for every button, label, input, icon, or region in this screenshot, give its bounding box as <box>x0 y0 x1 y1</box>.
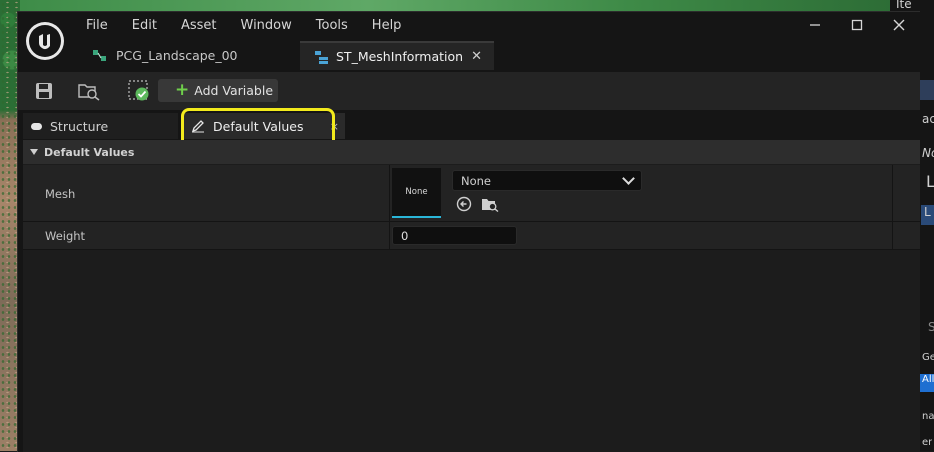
pencil-icon <box>191 120 204 133</box>
tab-pcg-landscape[interactable]: PCG_Landscape_00 <box>78 41 296 70</box>
right-panel-label: S <box>928 320 934 334</box>
right-panel-label: Ge <box>922 352 934 363</box>
column-divider[interactable] <box>389 222 390 249</box>
close-icon <box>893 19 905 31</box>
minimize-icon <box>810 24 820 26</box>
title-bar: File Edit Asset Window Tools Help PCG_La… <box>18 12 920 72</box>
save-icon <box>36 83 52 99</box>
mesh-asset-picker[interactable]: None <box>452 170 642 191</box>
menu-bar: File Edit Asset Window Tools Help <box>74 15 413 37</box>
unreal-logo[interactable] <box>26 22 64 60</box>
column-divider <box>892 222 893 249</box>
right-panel-label: No <box>922 146 934 160</box>
close-tab-icon[interactable]: ✕ <box>471 49 482 64</box>
right-panel-label: er <box>922 437 933 448</box>
tab-structure-label: Structure <box>50 118 109 134</box>
right-panel-label: L <box>921 205 934 225</box>
add-variable-label: Add Variable <box>194 83 274 98</box>
add-variable-button[interactable]: + Add Variable <box>158 79 278 102</box>
tab-default-values[interactable]: Default Values × <box>183 113 345 139</box>
arrow-left-circle-icon <box>456 196 472 212</box>
unreal-u-glyph <box>39 34 50 50</box>
menu-tools[interactable]: Tools <box>304 15 360 37</box>
browse-asset-button[interactable] <box>481 195 499 213</box>
menu-edit[interactable]: Edit <box>120 15 169 37</box>
right-panel-label: Ite <box>896 0 912 11</box>
tab-structure[interactable]: Structure <box>23 113 178 139</box>
mesh-asset-value: None <box>461 173 492 188</box>
tab-st-meshinformation[interactable]: ST_MeshInformation ✕ <box>300 41 494 70</box>
right-panel-label: L <box>926 172 934 191</box>
weight-value: 0 <box>401 228 409 243</box>
compile-status-button[interactable] <box>128 80 150 102</box>
minimize-button[interactable] <box>794 12 836 38</box>
struct-icon <box>315 50 328 64</box>
browse-button[interactable] <box>78 80 100 102</box>
property-row-weight: Weight 0 <box>23 222 920 250</box>
chevron-down-icon <box>622 172 635 185</box>
thumbnail-text: None <box>405 187 428 197</box>
use-selected-button[interactable] <box>455 195 473 213</box>
column-divider <box>892 165 893 221</box>
browse-folder-icon <box>482 199 499 212</box>
right-panel-label[interactable]: All <box>920 374 934 392</box>
section-title: Default Values <box>44 145 135 159</box>
menu-file[interactable]: File <box>74 15 120 37</box>
close-window-button[interactable] <box>878 12 920 38</box>
tab-default-values-label: Default Values <box>213 118 304 134</box>
save-button[interactable] <box>33 80 55 102</box>
menu-asset[interactable]: Asset <box>169 15 229 37</box>
menu-help[interactable]: Help <box>360 15 414 37</box>
property-row-mesh: Mesh None None <box>23 165 920 222</box>
panel-tabs: Structure Default Values × <box>18 112 920 140</box>
window-controls <box>794 12 920 38</box>
plus-icon: + <box>175 80 190 100</box>
column-divider[interactable] <box>389 165 390 221</box>
document-tabs: PCG_Landscape_00 ST_MeshInformation ✕ <box>78 41 498 72</box>
tab-label: PCG_Landscape_00 <box>116 48 238 63</box>
browse-folder-icon <box>78 84 100 101</box>
compile-check-icon <box>128 80 149 101</box>
details-panel: Default Values Mesh None None Weight 0 <box>23 140 920 452</box>
close-tab-icon[interactable]: × <box>330 120 339 133</box>
toolbar: + Add Variable <box>18 72 920 111</box>
right-panel-label: na <box>922 411 934 422</box>
structure-icon <box>31 122 42 130</box>
maximize-icon <box>851 19 863 31</box>
right-panel-highlight-strip <box>920 80 934 100</box>
maximize-button[interactable] <box>836 12 878 38</box>
tab-label: ST_MeshInformation <box>336 49 464 64</box>
right-panel-label: ac <box>922 112 934 126</box>
struct-editor-window: File Edit Asset Window Tools Help PCG_La… <box>17 11 920 452</box>
weight-input[interactable]: 0 <box>392 226 517 245</box>
property-label-weight: Weight <box>45 229 86 243</box>
property-label-mesh: Mesh <box>45 187 76 201</box>
pcg-graph-icon <box>93 49 106 61</box>
section-header-default-values[interactable]: Default Values <box>23 140 920 164</box>
menu-window[interactable]: Window <box>229 15 304 37</box>
mesh-thumbnail[interactable]: None <box>392 168 441 218</box>
collapse-arrow-icon <box>30 149 38 155</box>
